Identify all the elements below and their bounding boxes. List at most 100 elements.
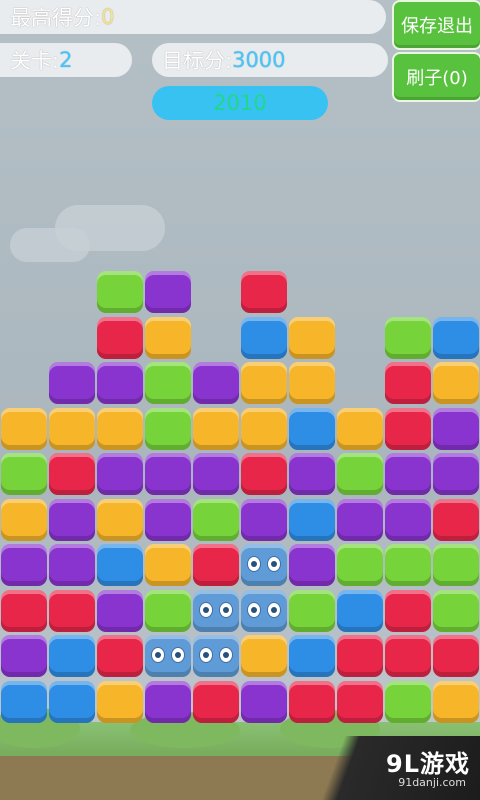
block-tile[interactable] — [97, 316, 143, 359]
block-tile[interactable] — [385, 453, 431, 495]
block-tile[interactable] — [1, 453, 47, 495]
face-block-tile[interactable] — [193, 635, 239, 677]
block-tile[interactable] — [289, 453, 335, 495]
block-tile[interactable] — [385, 362, 431, 404]
block-tile[interactable] — [289, 680, 335, 723]
block-tile[interactable] — [289, 589, 335, 632]
block-tile[interactable] — [145, 498, 191, 541]
block-tile[interactable] — [289, 498, 335, 541]
block-tile[interactable] — [97, 680, 143, 723]
face-eyes-icon — [193, 647, 239, 663]
block-tile[interactable] — [97, 635, 143, 677]
block-tile[interactable] — [385, 544, 431, 586]
eye-icon — [199, 647, 213, 663]
block-tile[interactable] — [289, 544, 335, 586]
block-tile[interactable] — [385, 680, 431, 723]
face-eyes-icon — [145, 647, 191, 663]
block-tile[interactable] — [241, 271, 287, 313]
block-tile[interactable] — [1, 680, 47, 723]
block-tile[interactable] — [1, 498, 47, 541]
block-tile[interactable] — [337, 680, 383, 723]
block-tile[interactable] — [385, 407, 431, 450]
block-tile[interactable] — [337, 544, 383, 586]
block-tile[interactable] — [433, 453, 479, 495]
block-tile[interactable] — [145, 407, 191, 450]
block-tile[interactable] — [241, 680, 287, 723]
block-tile[interactable] — [1, 635, 47, 677]
eye-icon — [171, 647, 185, 663]
face-block-tile[interactable] — [145, 635, 191, 677]
block-tile[interactable] — [337, 453, 383, 495]
face-eyes-icon — [241, 601, 287, 618]
block-tile[interactable] — [97, 271, 143, 313]
block-tile[interactable] — [193, 407, 239, 450]
block-tile[interactable] — [49, 635, 95, 677]
block-tile[interactable] — [241, 362, 287, 404]
block-tile[interactable] — [97, 407, 143, 450]
block-tile[interactable] — [145, 316, 191, 359]
block-tile[interactable] — [145, 589, 191, 632]
block-tile[interactable] — [433, 407, 479, 450]
block-tile[interactable] — [97, 362, 143, 404]
block-tile[interactable] — [97, 453, 143, 495]
block-tile[interactable] — [241, 316, 287, 359]
block-tile[interactable] — [1, 407, 47, 450]
eye-icon — [247, 601, 261, 618]
block-tile[interactable] — [289, 407, 335, 450]
face-block-tile[interactable] — [193, 589, 239, 632]
block-tile[interactable] — [145, 680, 191, 723]
eye-icon — [219, 601, 233, 618]
block-tile[interactable] — [97, 498, 143, 541]
block-tile[interactable] — [433, 680, 479, 723]
block-tile[interactable] — [193, 453, 239, 495]
block-tile[interactable] — [433, 589, 479, 632]
block-tile[interactable] — [1, 589, 47, 632]
block-tile[interactable] — [433, 362, 479, 404]
eye-icon — [267, 556, 281, 572]
block-tile[interactable] — [289, 635, 335, 677]
eye-icon — [219, 647, 233, 663]
block-tile[interactable] — [49, 544, 95, 586]
block-tile[interactable] — [385, 316, 431, 359]
block-tile[interactable] — [337, 635, 383, 677]
block-tile[interactable] — [1, 544, 47, 586]
block-tile[interactable] — [145, 544, 191, 586]
face-eyes-icon — [241, 556, 287, 572]
block-tile[interactable] — [337, 498, 383, 541]
block-tile[interactable] — [385, 498, 431, 541]
block-tile[interactable] — [289, 362, 335, 404]
block-tile[interactable] — [145, 271, 191, 313]
block-tile[interactable] — [337, 589, 383, 632]
block-tile[interactable] — [145, 362, 191, 404]
block-tile[interactable] — [49, 498, 95, 541]
block-tile[interactable] — [193, 680, 239, 723]
block-tile[interactable] — [385, 635, 431, 677]
block-tile[interactable] — [49, 362, 95, 404]
block-tile[interactable] — [49, 680, 95, 723]
game-board — [0, 0, 480, 800]
block-tile[interactable] — [145, 453, 191, 495]
block-tile[interactable] — [433, 316, 479, 359]
block-tile[interactable] — [241, 498, 287, 541]
block-tile[interactable] — [241, 635, 287, 677]
eye-icon — [199, 601, 213, 618]
block-tile[interactable] — [241, 407, 287, 450]
block-tile[interactable] — [289, 316, 335, 359]
block-tile[interactable] — [49, 589, 95, 632]
face-block-tile[interactable] — [241, 589, 287, 632]
block-tile[interactable] — [97, 589, 143, 632]
block-tile[interactable] — [193, 498, 239, 541]
face-eyes-icon — [193, 601, 239, 618]
block-tile[interactable] — [193, 362, 239, 404]
block-tile[interactable] — [49, 453, 95, 495]
block-tile[interactable] — [49, 407, 95, 450]
block-tile[interactable] — [337, 407, 383, 450]
face-block-tile[interactable] — [241, 544, 287, 586]
block-tile[interactable] — [241, 453, 287, 495]
block-tile[interactable] — [433, 544, 479, 586]
block-tile[interactable] — [385, 589, 431, 632]
block-tile[interactable] — [193, 544, 239, 586]
block-tile[interactable] — [433, 498, 479, 541]
block-tile[interactable] — [433, 635, 479, 677]
block-tile[interactable] — [97, 544, 143, 586]
